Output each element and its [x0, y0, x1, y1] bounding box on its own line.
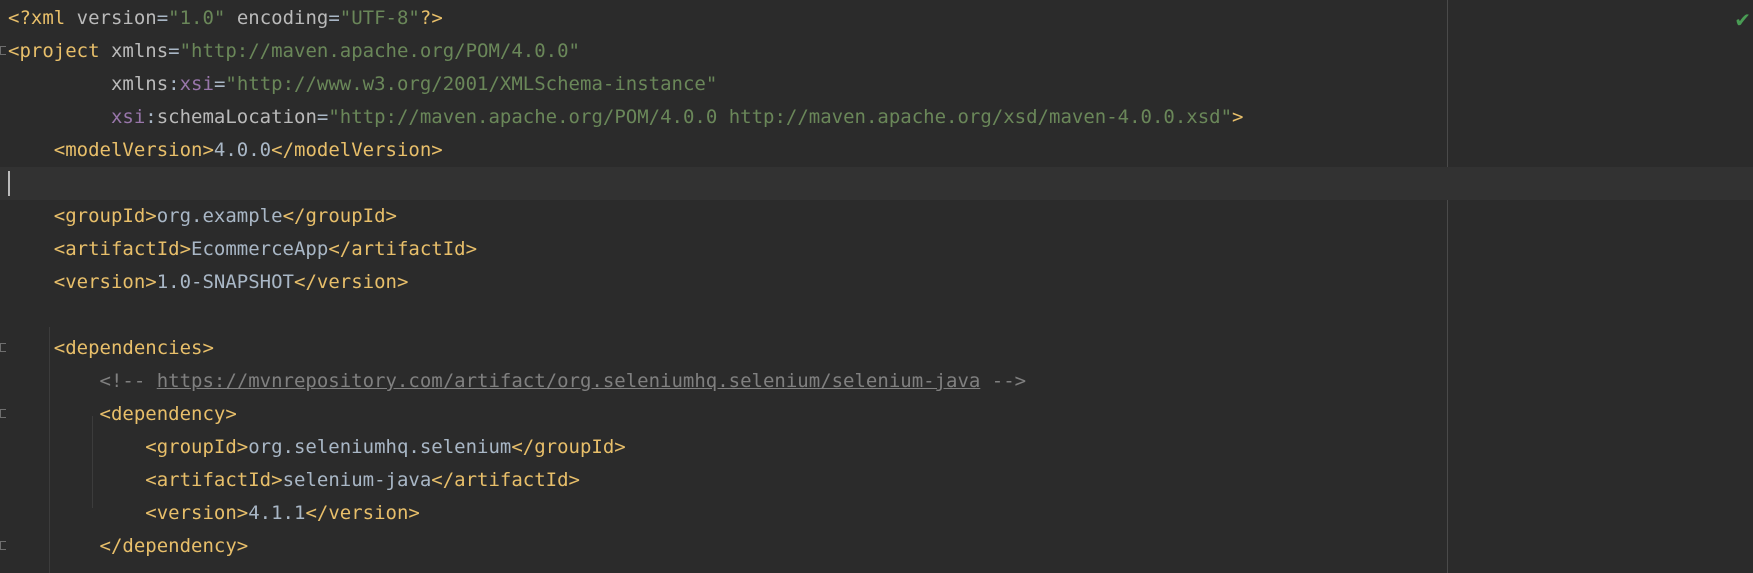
fold-marker-icon[interactable] — [0, 46, 6, 55]
equals: = — [316, 106, 329, 128]
code-line-11[interactable]: <dependencies> — [0, 332, 1753, 365]
code-line-7[interactable]: <groupId>org.example</groupId> — [0, 200, 1753, 233]
attr-schema-location: schemaLocation — [156, 106, 317, 128]
tag-open: <dependency> — [99, 403, 237, 425]
tag-close: </groupId> — [511, 436, 626, 458]
code-line-15[interactable]: <artifactId>selenium-java</artifactId> — [0, 464, 1753, 497]
equals: = — [213, 73, 226, 95]
fold-marker-icon[interactable] — [0, 409, 6, 418]
fold-marker-icon[interactable] — [0, 541, 6, 550]
code-line-13[interactable]: <dependency> — [0, 398, 1753, 431]
tag-close: > — [1232, 106, 1244, 128]
tag-text: 4.1.1 — [248, 502, 306, 524]
tag-close: </dependency> — [99, 535, 249, 557]
comment-open: <!-- — [99, 370, 157, 392]
attr-value: "http://maven.apache.org/POM/4.0.0 http:… — [328, 106, 1233, 128]
equals: = — [328, 7, 340, 29]
tag-text: EcommerceApp — [191, 238, 329, 260]
attr-encoding: encoding — [236, 7, 329, 29]
colon: : — [168, 73, 180, 95]
namespace-xsi: xsi — [110, 106, 146, 128]
comment-link[interactable]: https://mvnrepository.com/artifact/org.s… — [157, 370, 981, 392]
code-line-5[interactable]: <modelVersion>4.0.0</modelVersion> — [0, 134, 1753, 167]
tag-open: <version> — [145, 502, 249, 524]
tag-close: </version> — [294, 271, 409, 293]
attr-xmlns: xmlns — [110, 40, 169, 62]
tag-text: org.example — [156, 205, 283, 227]
colon: : — [145, 106, 157, 128]
tag-open: <artifactId> — [145, 469, 283, 491]
code-line-3[interactable]: xmlns:xsi="http://www.w3.org/2001/XMLSch… — [0, 68, 1753, 101]
tag-open: <dependencies> — [53, 337, 214, 359]
tag-close: </modelVersion> — [271, 139, 443, 161]
comment-close: --> — [980, 370, 1027, 392]
code-line-8[interactable]: <artifactId>EcommerceApp</artifactId> — [0, 233, 1753, 266]
xml-decl-open: <?xml — [8, 7, 77, 29]
tag-close: </groupId> — [282, 205, 397, 227]
tag-open: <groupId> — [53, 205, 157, 227]
tag-open: <modelVersion> — [53, 139, 214, 161]
tag-text: 4.0.0 — [213, 139, 272, 161]
equals: = — [156, 7, 169, 29]
tag-open: <artifactId> — [53, 238, 192, 260]
code-editor[interactable]: ✔ <?xml version="1.0" encoding="UTF-8"?>… — [0, 0, 1753, 573]
attr-version: version — [76, 7, 157, 29]
tag-close: </artifactId> — [328, 238, 478, 260]
fold-marker-icon[interactable] — [0, 343, 6, 352]
attr-value: "http://www.w3.org/2001/XMLSchema-instan… — [225, 73, 718, 95]
code-line-16[interactable]: <version>4.1.1</version> — [0, 497, 1753, 530]
tag-open: <groupId> — [145, 436, 249, 458]
code-line-17[interactable]: </dependency> — [0, 530, 1753, 563]
code-line-10[interactable] — [0, 299, 1753, 332]
tag-close: </artifactId> — [431, 469, 580, 491]
text-caret — [8, 171, 10, 196]
code-line-6-current[interactable] — [0, 167, 1753, 200]
code-line-14[interactable]: <groupId>org.seleniumhq.selenium</groupI… — [0, 431, 1753, 464]
attr-value: "1.0" — [168, 7, 226, 29]
tag-close: </version> — [305, 502, 420, 524]
namespace-xsi: xsi — [179, 73, 214, 95]
code-line-9[interactable]: <version>1.0-SNAPSHOT</version> — [0, 266, 1753, 299]
attr-xmlns: xmlns — [110, 73, 169, 95]
xml-decl-close: ?> — [419, 7, 443, 29]
tag-open: <version> — [53, 271, 157, 293]
code-line-12[interactable]: <!-- https://mvnrepository.com/artifact/… — [0, 365, 1753, 398]
code-line-1[interactable]: <?xml version="1.0" encoding="UTF-8"?> — [0, 2, 1753, 35]
tag-text: 1.0-SNAPSHOT — [156, 271, 294, 293]
tag-text: org.seleniumhq.selenium — [248, 436, 512, 458]
tag-text: selenium-java — [282, 469, 432, 491]
attr-value: "http://maven.apache.org/POM/4.0.0" — [179, 40, 580, 62]
code-line-2[interactable]: <project xmlns="http://maven.apache.org/… — [0, 35, 1753, 68]
code-line-4[interactable]: xsi:schemaLocation="http://maven.apache.… — [0, 101, 1753, 134]
equals: = — [168, 40, 180, 62]
tag-open: <project — [8, 40, 111, 62]
attr-value: "UTF-8" — [339, 7, 420, 29]
